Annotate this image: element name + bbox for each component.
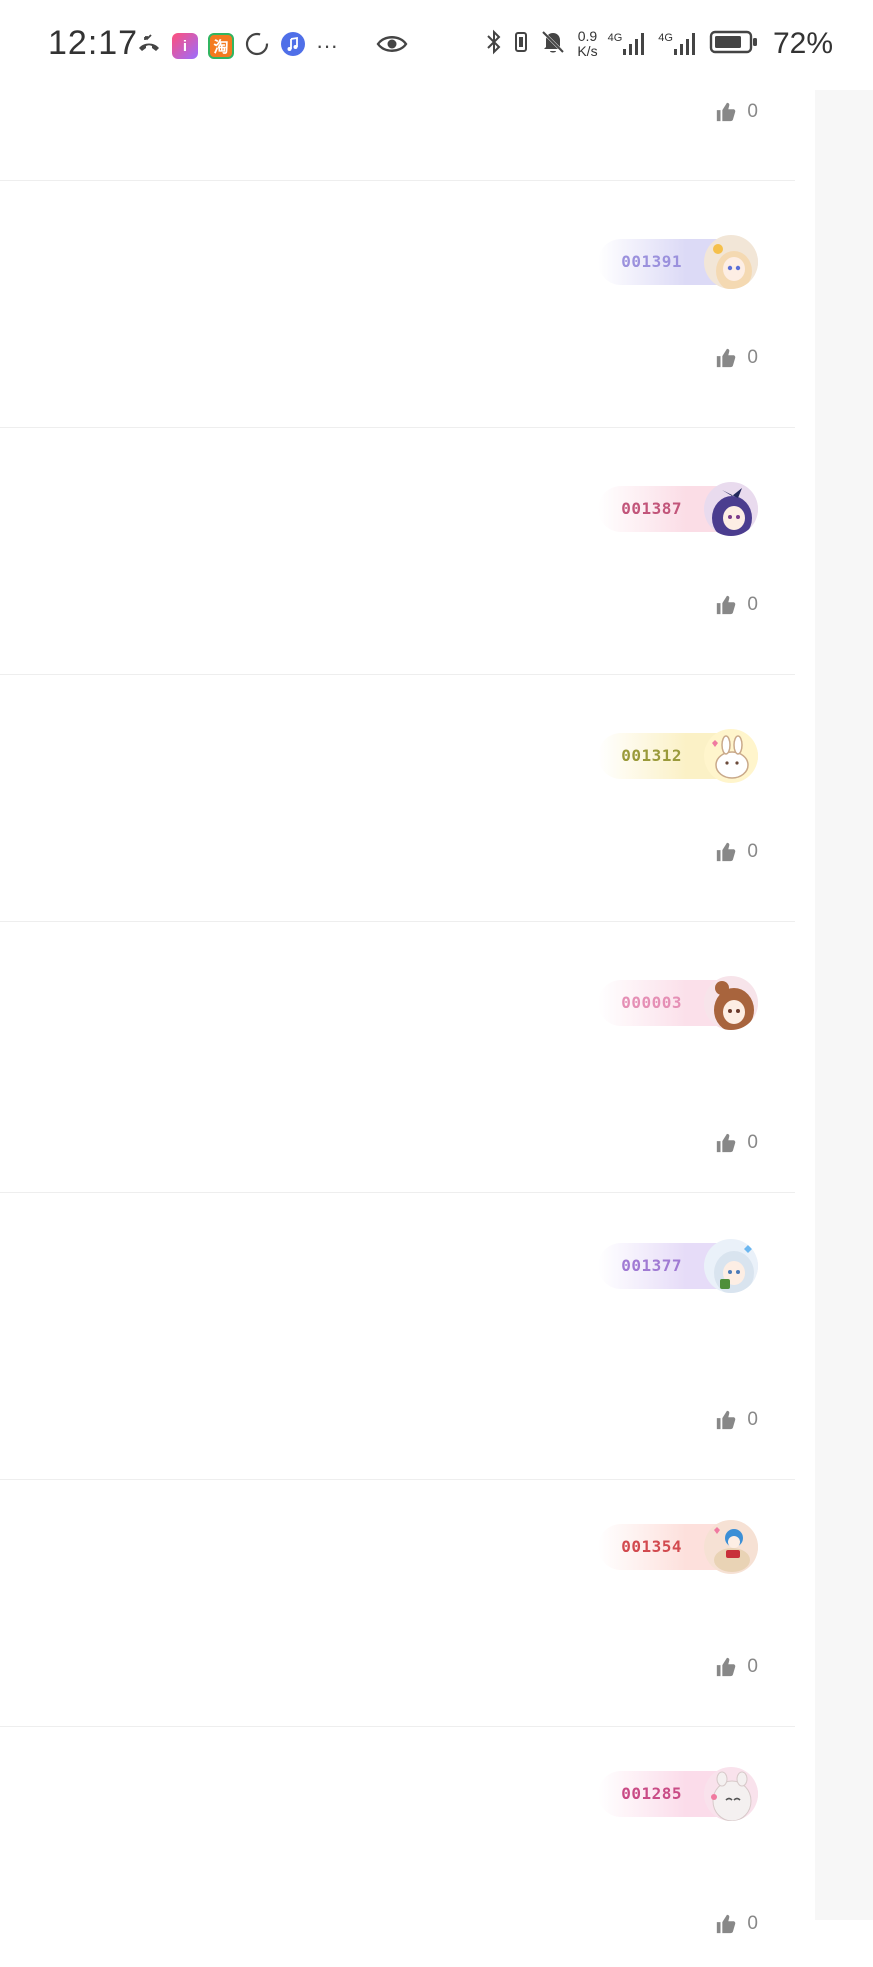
list-item: 001387 0 (0, 428, 795, 675)
user-badge[interactable]: 001377 (598, 1239, 758, 1293)
like-count: 0 (747, 1132, 758, 1153)
badge-number: 001391 (621, 252, 682, 271)
avatar (704, 729, 758, 783)
status-left-icons: i 淘 ··· (136, 30, 408, 62)
thumbs-up-icon (717, 842, 736, 862)
more-dots-icon: ··· (316, 33, 338, 58)
list-item: 000003 0 (0, 922, 795, 1193)
user-badge[interactable]: 001387 (598, 482, 758, 536)
thumbs-up-icon (717, 595, 736, 615)
avatar (704, 235, 758, 289)
badge-number: 001377 (621, 1256, 682, 1275)
user-badge[interactable]: 001312 (598, 729, 758, 783)
battery-percent: 72% (772, 27, 833, 60)
thumbs-up-icon (717, 1133, 736, 1153)
list-item: 001391 0 (0, 181, 795, 428)
signal-icon: 4G (608, 31, 649, 57)
signal-icon: 4G (658, 31, 699, 57)
mute-bell-icon (539, 28, 567, 61)
like-count: 0 (747, 101, 758, 122)
badge-number: 001354 (621, 1537, 682, 1556)
list-item: 001285 0 (0, 1727, 795, 1967)
thumbs-up-icon (717, 102, 736, 122)
badge-number: 001387 (621, 499, 682, 518)
taobao-app-icon: 淘 (208, 33, 234, 59)
like-button[interactable]: 0 (715, 1656, 758, 1678)
thumbs-up-icon (717, 1914, 736, 1934)
avatar (704, 1520, 758, 1574)
like-count: 0 (747, 1913, 758, 1934)
like-button[interactable]: 0 (715, 1409, 758, 1431)
user-badge[interactable]: 001391 (598, 235, 758, 289)
badge-number: 001285 (621, 1784, 682, 1803)
user-badge[interactable]: 001354 (598, 1520, 758, 1574)
like-button[interactable]: 0 (715, 1913, 758, 1935)
music-app-icon (280, 31, 306, 62)
like-button[interactable]: 0 (715, 347, 758, 369)
side-panel (815, 78, 873, 1920)
status-bar: 12:17 i 淘 ··· 0.9 K/s 4G 4G 72% (0, 0, 873, 90)
avatar (704, 1239, 758, 1293)
like-button[interactable]: 0 (715, 594, 758, 616)
badge-number: 001312 (621, 746, 682, 765)
list-item-partial: 0 (0, 80, 795, 181)
battery-icon (709, 28, 759, 61)
eye-icon (376, 32, 408, 61)
like-count: 0 (747, 1656, 758, 1677)
like-button[interactable]: 0 (715, 101, 758, 123)
badge-number: 000003 (621, 993, 682, 1012)
avatar (704, 976, 758, 1030)
avatar (704, 482, 758, 536)
list-item: 001377 0 (0, 1193, 795, 1480)
like-count: 0 (747, 841, 758, 862)
like-button[interactable]: 0 (715, 1132, 758, 1154)
bluetooth-icon (485, 28, 503, 61)
like-count: 0 (747, 1409, 758, 1430)
user-badge[interactable]: 000003 (598, 976, 758, 1030)
like-count: 0 (747, 594, 758, 615)
like-button[interactable]: 0 (715, 841, 758, 863)
net-speed: 0.9 K/s (577, 28, 598, 59)
list-item: 001312 0 (0, 675, 795, 922)
avatar (704, 1767, 758, 1821)
comment-list: 0 001391 0 001387 0 001312 0 000003 0 00… (0, 80, 795, 1967)
missed-call-icon (136, 31, 162, 62)
thumbs-up-icon (717, 348, 736, 368)
thumbs-up-icon (717, 1410, 736, 1430)
loading-circle-icon (244, 31, 270, 62)
status-right-icons: 0.9 K/s 4G 4G 72% (485, 24, 833, 64)
list-item: 001354 0 (0, 1480, 795, 1727)
like-count: 0 (747, 347, 758, 368)
status-time: 12:17 (48, 24, 139, 62)
vibrate-icon (513, 28, 529, 61)
user-badge[interactable]: 001285 (598, 1767, 758, 1821)
book-app-icon: i (172, 33, 198, 59)
thumbs-up-icon (717, 1657, 736, 1677)
